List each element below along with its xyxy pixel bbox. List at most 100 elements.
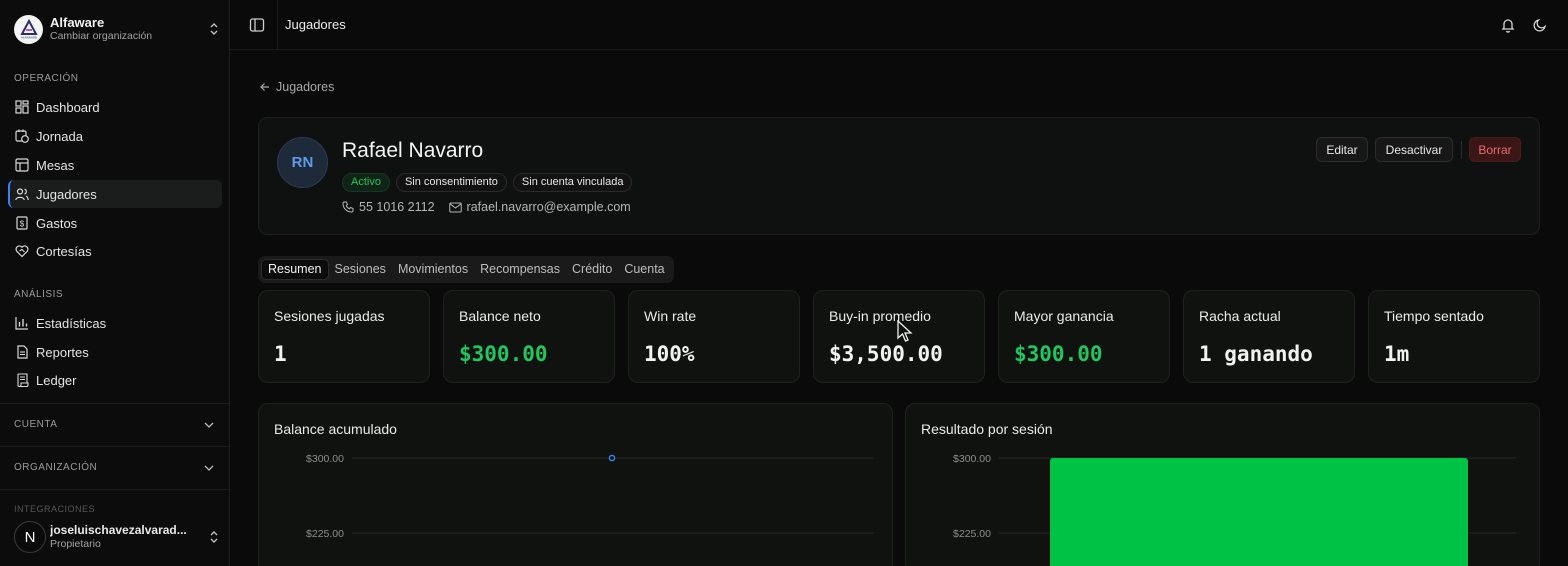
user-role: Propietario [50, 538, 101, 550]
stat-label: Balance neto [459, 308, 541, 324]
user-menu[interactable]: N joseluischavezalvarad... Propietario [14, 520, 220, 554]
account-badge: Sin cuenta vinculada [512, 173, 633, 192]
stat-value: 1m [1384, 342, 1410, 366]
phone-icon [342, 201, 354, 213]
stat-value: $300.00 [459, 342, 548, 366]
player-contact: 55 1016 2112 rafael.navarro@example.com [342, 200, 645, 214]
actions-separator [1461, 141, 1462, 159]
sidebar-divider [0, 489, 230, 490]
topbar: Jugadores [230, 0, 1568, 50]
sidebar-item-jornada[interactable]: Jornada [8, 122, 222, 150]
sidebar-divider [0, 446, 230, 447]
sidebar-item-label: Dashboard [36, 99, 100, 115]
svg-text:ALFAWARE: ALFAWARE [20, 36, 36, 40]
sidebar: ALFAWARE Alfaware Cambiar organización O… [0, 0, 230, 566]
moon-icon[interactable] [1532, 17, 1548, 33]
y-tick-label: $225.00 [953, 528, 991, 540]
player-profile-card: RN Rafael Navarro Activo Sin consentimie… [258, 117, 1540, 235]
y-tick-label: $300.00 [306, 453, 344, 465]
player-badges: Activo Sin consentimiento Sin cuenta vin… [342, 173, 633, 192]
avatar: N [14, 521, 46, 553]
sidebar-item-label: Estadísticas [36, 315, 107, 331]
back-link-label: Jugadores [276, 80, 335, 94]
sidebar-toggle-icon[interactable] [249, 17, 265, 33]
org-logo: ALFAWARE [14, 14, 43, 44]
heart-handshake-icon [15, 245, 29, 258]
sidebar-section-organizacion[interactable]: ORGANIZACIÓN [14, 462, 214, 473]
sidebar-item-cortesias[interactable]: Cortesías [8, 237, 222, 265]
stat-card-sesiones: Sesiones jugadas 1 [258, 290, 430, 383]
edit-button[interactable]: Editar [1316, 137, 1368, 162]
stat-value: $300.00 [1014, 342, 1103, 366]
alfaware-logo-icon: ALFAWARE [19, 18, 38, 40]
y-tick-label: $225.00 [306, 528, 344, 540]
sidebar-item-label: Reportes [36, 344, 89, 360]
sidebar-item-ledger[interactable]: Ledger [8, 366, 222, 394]
svg-text:$: $ [20, 220, 25, 229]
tab-movimientos[interactable]: Movimientos [392, 259, 474, 280]
stat-label: Win rate [644, 308, 697, 324]
sidebar-item-label: Jugadores [36, 186, 97, 202]
sidebar-divider [0, 403, 230, 404]
section-organizacion-label: ORGANIZACIÓN [14, 462, 98, 473]
chevron-down-icon [204, 465, 214, 471]
bar-chart-icon [15, 317, 28, 330]
stat-card-winrate: Win rate 100% [628, 290, 800, 383]
sidebar-item-estadisticas[interactable]: Estadísticas [8, 309, 222, 337]
calendar-clock-icon [15, 129, 29, 143]
delete-button[interactable]: Borrar [1469, 137, 1521, 162]
stat-value: 100% [644, 342, 695, 366]
sidebar-item-reportes[interactable]: Reportes [8, 338, 222, 366]
users-icon [15, 188, 29, 201]
stat-card-tiempo: Tiempo sentado 1m [1368, 290, 1540, 383]
sidebar-item-gastos[interactable]: $ Gastos [8, 209, 222, 237]
org-switcher[interactable]: ALFAWARE Alfaware Cambiar organización [14, 13, 220, 45]
sidebar-item-dashboard[interactable]: Dashboard [8, 93, 222, 121]
tab-credito[interactable]: Crédito [566, 259, 618, 280]
receipt-icon: $ [16, 216, 28, 230]
balance-chart-card: Balance acumulado $300.00 $225.00 [258, 403, 893, 566]
arrow-left-icon [260, 83, 269, 91]
consent-badge: Sin consentimiento [395, 173, 507, 192]
player-tabs: Resumen Sesiones Movimientos Recompensas… [258, 256, 674, 283]
bar [1050, 458, 1468, 566]
deactivate-button[interactable]: Desactivar [1375, 137, 1453, 162]
player-name: Rafael Navarro [342, 139, 484, 162]
file-text-icon [17, 345, 28, 359]
section-operacion: OPERACIÓN [14, 73, 79, 84]
back-link[interactable]: Jugadores [260, 80, 334, 94]
sidebar-item-label: Jornada [36, 128, 83, 144]
table-icon [15, 158, 29, 172]
sidebar-section-cuenta[interactable]: CUENTA [14, 419, 214, 430]
mouse-cursor-icon [897, 320, 913, 342]
y-tick-label: $300.00 [953, 453, 991, 465]
section-cuenta-label: CUENTA [14, 419, 58, 430]
chevrons-up-down-icon [208, 529, 220, 545]
tab-recompensas[interactable]: Recompensas [474, 259, 566, 280]
stat-label: Tiempo sentado [1384, 308, 1484, 324]
sidebar-item-mesas[interactable]: Mesas [8, 151, 222, 179]
stat-card-mayor-ganancia: Mayor ganancia $300.00 [998, 290, 1170, 383]
org-subtitle: Cambiar organización [50, 30, 153, 42]
player-email: rafael.navarro@example.com [448, 200, 631, 214]
stat-value: 1 ganando [1199, 342, 1313, 366]
session-result-chart-card: Resultado por sesión $300.00 $225.00 [905, 403, 1540, 566]
user-name: joseluischavezalvarad... [50, 523, 187, 537]
stat-card-balance: Balance neto $300.00 [443, 290, 615, 383]
stat-value: $3,500.00 [829, 342, 943, 366]
line-point [608, 454, 616, 462]
stat-label: Buy-in promedio [829, 308, 931, 324]
mail-icon [448, 202, 462, 212]
dashboard-icon [15, 100, 29, 114]
sidebar-item-label: Gastos [36, 215, 78, 231]
stat-card-racha: Racha actual 1 ganando [1183, 290, 1355, 383]
tab-resumen[interactable]: Resumen [261, 259, 329, 280]
tab-sesiones[interactable]: Sesiones [329, 259, 392, 280]
sidebar-item-jugadores[interactable]: Jugadores [8, 180, 222, 208]
player-phone: 55 1016 2112 [342, 200, 435, 214]
org-name: Alfaware [50, 15, 105, 30]
sidebar-item-label: Ledger [36, 372, 77, 388]
tab-cuenta[interactable]: Cuenta [618, 259, 670, 280]
section-analisis: ANÁLISIS [14, 289, 64, 300]
bell-icon[interactable] [1500, 17, 1516, 33]
